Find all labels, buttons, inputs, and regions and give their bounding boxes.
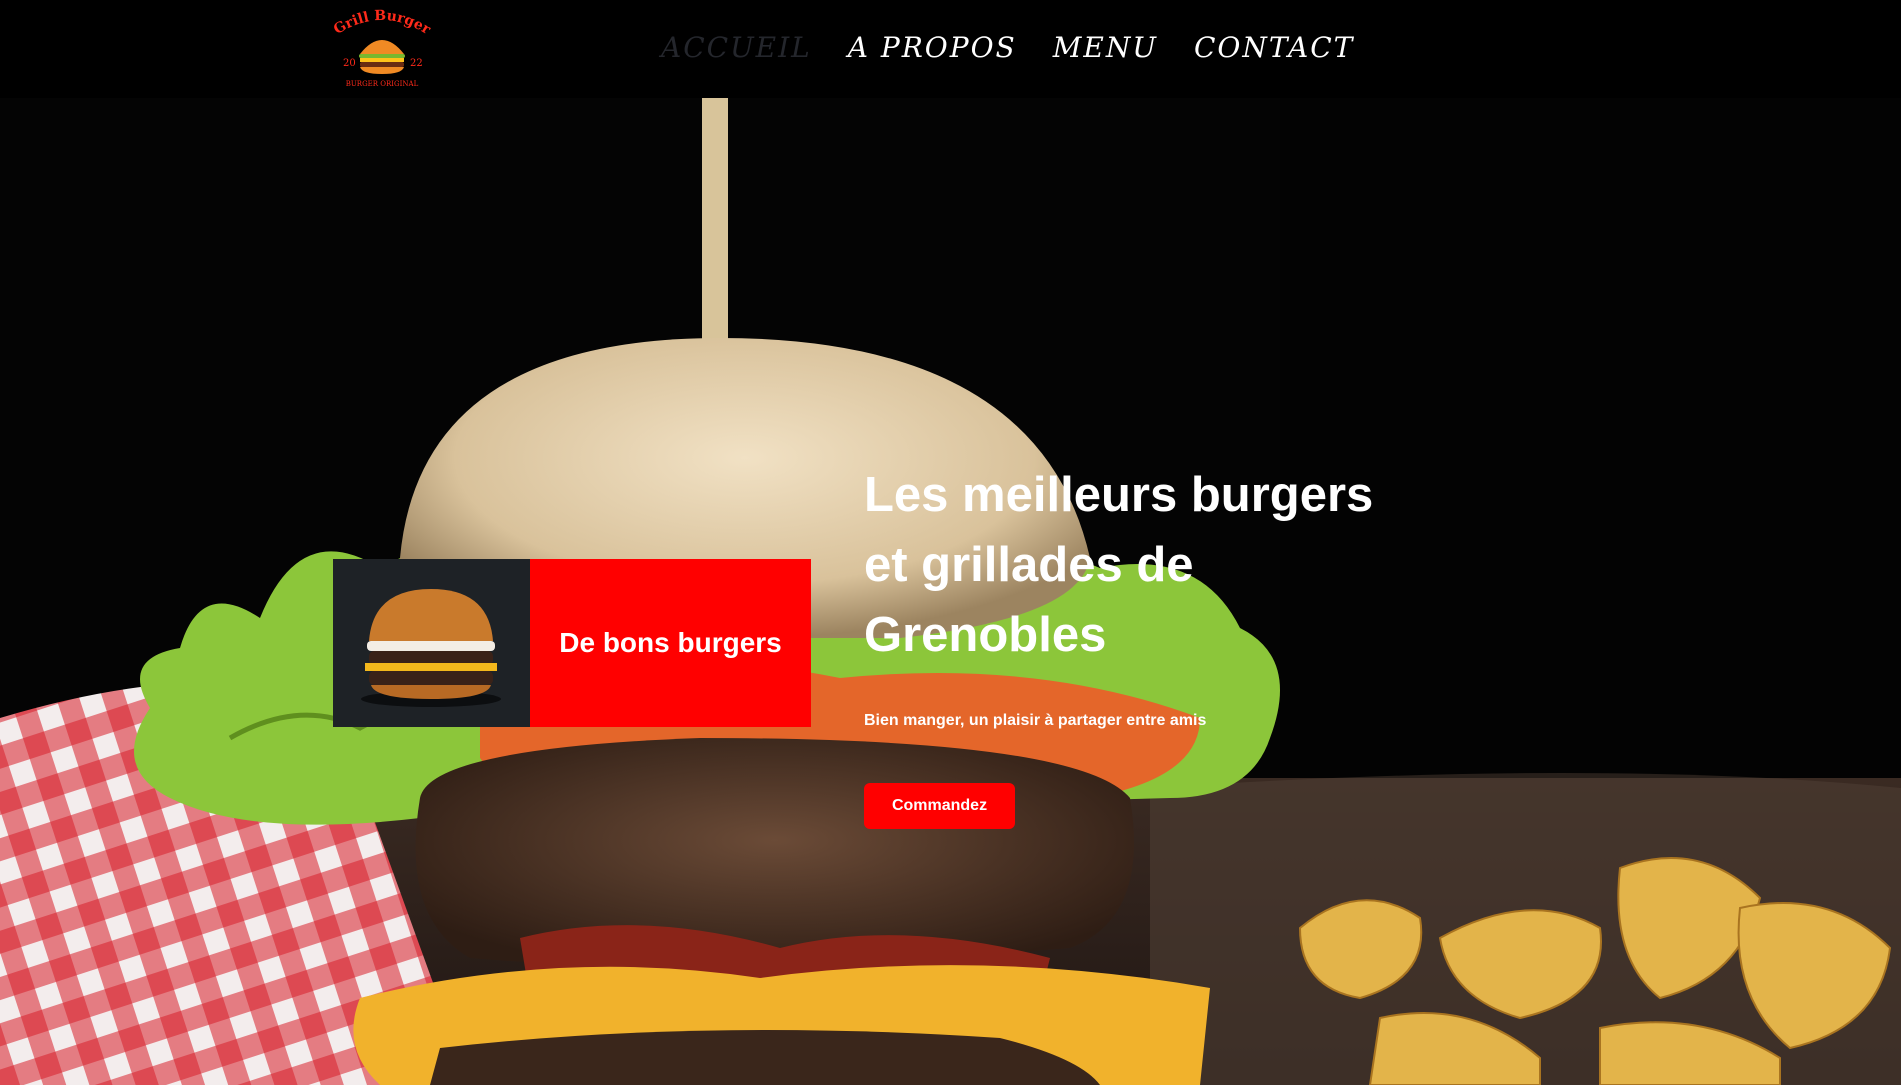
burger-logo-icon: Grill Burger 20 22 BURGER ORIGINAL xyxy=(331,8,434,88)
hero-subtitle: Bien manger, un plaisir à partager entre… xyxy=(864,712,1207,729)
svg-text:Grill Burger: Grill Burger xyxy=(331,8,434,38)
feature-card-label-panel: De bons burgers xyxy=(530,559,811,727)
svg-text:22: 22 xyxy=(410,58,423,69)
hero-title: Les meilleurs burgers et grillades de Gr… xyxy=(864,468,1374,662)
nav-menu[interactable]: MENU xyxy=(1053,28,1158,68)
nav-a-propos[interactable]: A PROPOS xyxy=(848,28,1017,68)
hero-section: De bons burgers Les meilleurs burgers et… xyxy=(0,98,1901,1085)
nav-accueil[interactable]: ACCUEIL xyxy=(661,28,812,68)
svg-text:BURGER ORIGINAL: BURGER ORIGINAL xyxy=(346,80,419,88)
svg-text:20: 20 xyxy=(343,58,356,69)
main-nav: ACCUEIL A PROPOS MENU CONTACT xyxy=(661,28,1354,68)
burger-photo-icon xyxy=(333,559,530,727)
nav-contact[interactable]: CONTACT xyxy=(1194,28,1354,68)
brand-logo[interactable]: Grill Burger 20 22 BURGER ORIGINAL xyxy=(330,4,434,90)
feature-card[interactable]: De bons burgers xyxy=(333,559,811,727)
site-header: Grill Burger 20 22 BURGER ORIGINAL ACCUE… xyxy=(0,0,1901,98)
order-button[interactable]: Commandez xyxy=(864,783,1015,829)
feature-card-label: De bons burgers xyxy=(559,627,782,658)
